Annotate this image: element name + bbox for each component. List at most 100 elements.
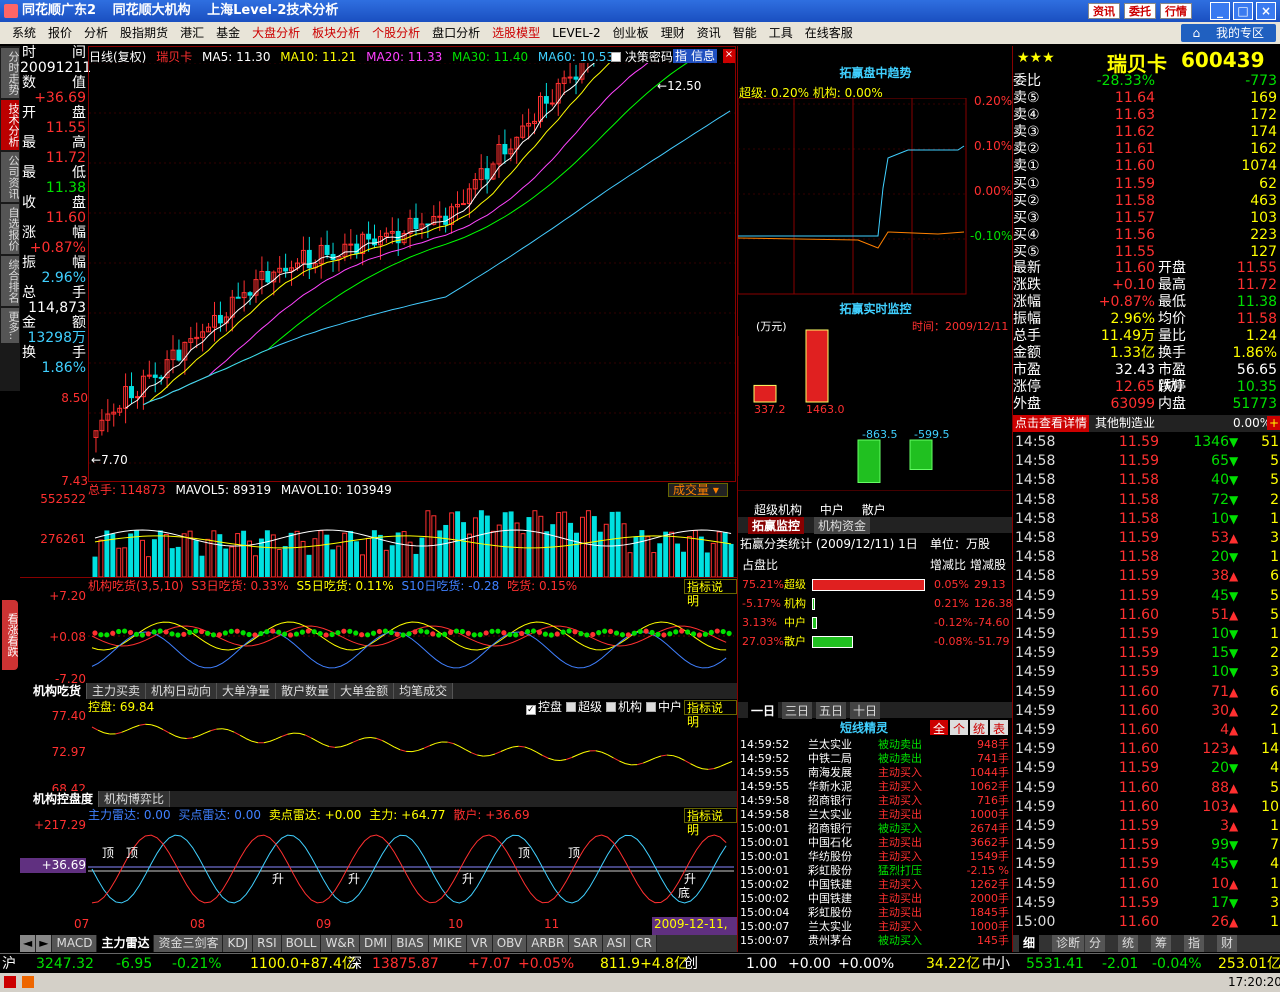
indicator-select[interactable]: 成交量 ▾ bbox=[668, 483, 728, 497]
view-tab[interactable]: 公司资讯 bbox=[1, 152, 20, 202]
quote-tab[interactable]: 筹 bbox=[1151, 935, 1172, 952]
indicator-button[interactable]: 指 bbox=[673, 49, 690, 63]
sprite-filter-button[interactable]: 全 bbox=[930, 720, 948, 736]
sprite-filter-button[interactable]: 表 bbox=[990, 720, 1008, 736]
app-icon[interactable] bbox=[22, 976, 34, 988]
checkbox[interactable] bbox=[566, 702, 577, 712]
sprite-row[interactable]: 14:59:58 兰太实业 主动买出 1000手 bbox=[738, 808, 1013, 822]
scroll-right-icon[interactable]: ► bbox=[36, 935, 53, 952]
explain-button[interactable]: 指标说明 bbox=[684, 808, 737, 837]
menu-item[interactable]: 报价 bbox=[42, 22, 78, 44]
checkbox[interactable] bbox=[606, 702, 617, 712]
indicator-tab[interactable]: ARBR bbox=[527, 935, 570, 952]
indicator-tab[interactable]: VR bbox=[467, 935, 493, 952]
indicator-tab[interactable]: OBV bbox=[492, 935, 528, 952]
scroll-left-icon[interactable]: ◄ bbox=[20, 935, 37, 952]
indicator-tab[interactable]: KDJ bbox=[223, 935, 254, 952]
view-detail-button[interactable]: 点击查看详情 bbox=[1013, 415, 1090, 432]
sprite-row[interactable]: 15:00:04 彩虹股份 主动买出 1845手 bbox=[738, 906, 1013, 920]
sprite-row[interactable]: 15:00:01 招商银行 被动买入 2674手 bbox=[738, 822, 1013, 836]
indicator-tab[interactable]: MIKE bbox=[428, 935, 468, 952]
sprite-row[interactable]: 15:00:01 中国石化 主动买出 3662手 bbox=[738, 836, 1013, 850]
menu-item[interactable]: 港汇 bbox=[174, 22, 210, 44]
sprite-filter-button[interactable]: 统 bbox=[970, 720, 988, 736]
period-tab[interactable]: 十日 bbox=[850, 702, 881, 719]
indicator-tab[interactable]: CR bbox=[631, 935, 657, 952]
indicator-tab[interactable]: ASI bbox=[602, 935, 632, 952]
sprite-row[interactable]: 14:59:55 华新水泥 主动买入 1062手 bbox=[738, 780, 1013, 794]
menu-item[interactable]: 个股分析 bbox=[366, 22, 426, 44]
indicator-tab[interactable]: 机构吃货 bbox=[28, 683, 88, 699]
minimize-icon[interactable]: _ bbox=[1210, 2, 1230, 20]
indicator-tab[interactable]: W&R bbox=[321, 935, 361, 952]
quote-tab[interactable]: 财 bbox=[1217, 935, 1238, 952]
bullish-bearish-tab[interactable]: 看涨看跌 bbox=[2, 600, 19, 670]
quote-tab[interactable]: 分 bbox=[1085, 935, 1106, 952]
indicator-tab[interactable]: BIAS bbox=[392, 935, 429, 952]
indicator-tab[interactable]: MACD bbox=[52, 935, 98, 952]
menu-item[interactable]: 板块分析 bbox=[306, 22, 366, 44]
indicator-tab[interactable]: 均笔成交 bbox=[394, 683, 454, 699]
sprite-row[interactable]: 15:00:02 中国铁建 主动买入 1262手 bbox=[738, 878, 1013, 892]
plus-icon[interactable]: + bbox=[1267, 416, 1280, 430]
app-icon[interactable] bbox=[4, 976, 16, 988]
sprite-row[interactable]: 14:59:52 中铁二局 被动卖出 741手 bbox=[738, 752, 1013, 766]
news-button[interactable]: 资讯 bbox=[1088, 3, 1120, 19]
volume-panel[interactable]: 总手: 114873 MAVOL5: 89319 MAVOL10: 103949… bbox=[20, 482, 737, 578]
menu-item[interactable]: 大盘分析 bbox=[246, 22, 306, 44]
indicator-tab[interactable]: SAR bbox=[569, 935, 603, 952]
menu-item[interactable]: 基金 bbox=[210, 22, 246, 44]
indicator-tab[interactable]: 大单净量 bbox=[217, 683, 277, 699]
tab-monitor[interactable]: 拓赢监控 bbox=[748, 517, 805, 534]
indicator-tab[interactable]: 机构日动向 bbox=[146, 683, 218, 699]
period-tab[interactable]: 一日 bbox=[748, 702, 779, 719]
control-panel[interactable]: 控盘: 69.84 ✓ 控盘 超级 机构 中户 指标说明 77.40 72.97 68.… bbox=[0, 699, 737, 796]
menu-item[interactable]: 在线客服 bbox=[799, 22, 859, 44]
menu-item[interactable]: 分析 bbox=[78, 22, 114, 44]
explain-button[interactable]: 指标说明 bbox=[684, 579, 737, 608]
quote-tab[interactable]: 统 bbox=[1118, 935, 1139, 952]
menu-item[interactable]: 选股模型 bbox=[486, 22, 546, 44]
menu-item[interactable]: 股指期货 bbox=[114, 22, 174, 44]
quote-button[interactable]: 行情 bbox=[1160, 3, 1192, 19]
close-chart-icon[interactable]: × bbox=[723, 49, 735, 63]
sprite-row[interactable]: 14:59:52 兰太实业 被动卖出 948手 bbox=[738, 738, 1013, 752]
sprite-row[interactable]: 15:00:01 华纺股份 主动买入 1549手 bbox=[738, 850, 1013, 864]
close-icon[interactable]: × bbox=[1256, 2, 1276, 20]
maximize-icon[interactable]: □ bbox=[1233, 2, 1253, 20]
indicator-tab[interactable]: 资金三剑客 bbox=[154, 935, 224, 952]
indicator-tab[interactable]: RSI bbox=[253, 935, 282, 952]
indicator-tab[interactable]: 散户数量 bbox=[276, 683, 336, 699]
indicator-tab[interactable]: BOLL bbox=[281, 935, 322, 952]
menu-item[interactable]: 工具 bbox=[763, 22, 799, 44]
sprite-row[interactable]: 15:00:02 中国铁建 主动买出 2000手 bbox=[738, 892, 1013, 906]
info-button[interactable]: 信息 bbox=[689, 49, 718, 63]
view-tab[interactable]: 综合排名 bbox=[1, 256, 20, 306]
quote-tab[interactable]: 细 bbox=[1019, 935, 1040, 952]
checkbox[interactable]: ✓ bbox=[526, 705, 536, 715]
sprite-row[interactable]: 15:00:07 兰太实业 主动买入 1000手 bbox=[738, 920, 1013, 934]
institution-panel[interactable]: 机构吃货(3,5,10) S3日吃货: 0.33% S5日吃货: 0.11% S… bbox=[0, 578, 737, 686]
quote-tab[interactable]: 指 bbox=[1184, 935, 1205, 952]
period-tab[interactable]: 五日 bbox=[816, 702, 847, 719]
radar-panel[interactable]: 主力雷达: 0.00 买点雷达: 0.00 卖点雷达: +0.00 主力: +6… bbox=[0, 807, 737, 917]
indicator-tab[interactable]: 机构博弈比 bbox=[99, 791, 171, 807]
menu-item[interactable]: 系统 bbox=[6, 22, 42, 44]
indicator-tab[interactable]: DMI bbox=[360, 935, 393, 952]
trade-button[interactable]: 委托 bbox=[1124, 3, 1156, 19]
checkbox[interactable] bbox=[646, 702, 657, 712]
view-tab[interactable]: 技术分析 bbox=[1, 100, 20, 150]
menu-item[interactable]: 理财 bbox=[655, 22, 691, 44]
menu-item[interactable]: 智能 bbox=[727, 22, 763, 44]
period-tab[interactable]: 三日 bbox=[782, 702, 813, 719]
menu-item[interactable]: 资讯 bbox=[691, 22, 727, 44]
view-tab[interactable]: 分时走势 bbox=[1, 48, 20, 98]
menu-item[interactable]: 创业板 bbox=[607, 22, 655, 44]
sprite-filter-button[interactable]: 个 bbox=[950, 720, 968, 736]
menu-item[interactable]: LEVEL-2 bbox=[546, 22, 607, 44]
sprite-row[interactable]: 15:00:07 贵州茅台 被动买入 145手 bbox=[738, 934, 1013, 948]
quote-tab[interactable]: 诊断 bbox=[1052, 935, 1085, 952]
sprite-row[interactable]: 14:59:55 南海发展 主动买入 1044手 bbox=[738, 766, 1013, 780]
view-tab[interactable]: 更多.. bbox=[1, 308, 20, 343]
indicator-tab[interactable]: 主力雷达 bbox=[97, 935, 155, 952]
